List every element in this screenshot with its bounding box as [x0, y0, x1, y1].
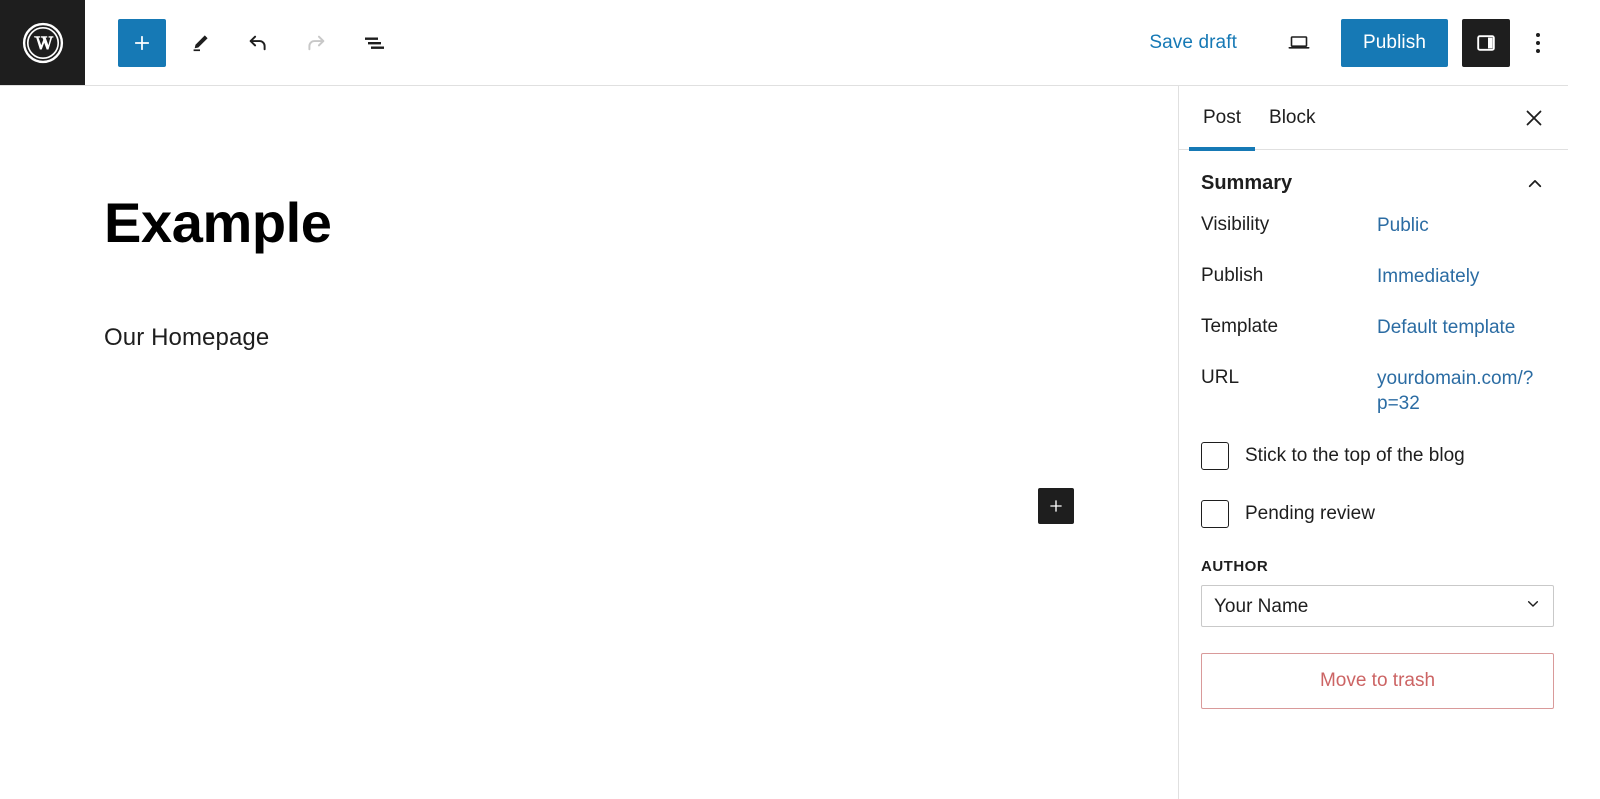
- close-sidebar-button[interactable]: [1514, 98, 1554, 138]
- wordpress-logo-icon[interactable]: [0, 0, 85, 85]
- tools-pencil-button[interactable]: [176, 19, 224, 67]
- preview-button[interactable]: [1273, 19, 1325, 67]
- add-block-button[interactable]: [118, 18, 166, 67]
- publish-button[interactable]: Publish: [1340, 18, 1448, 67]
- pending-review-checkbox-label: Pending review: [1245, 503, 1375, 525]
- settings-sidebar: Post Block Summary Visibility Public Pub…: [1178, 86, 1568, 799]
- redo-button[interactable]: [292, 19, 340, 67]
- header-left-tools: [85, 18, 398, 67]
- meta-row-template: Template Default template: [1201, 315, 1546, 340]
- author-select-wrapper: Your Name: [1201, 585, 1554, 628]
- visibility-label: Visibility: [1201, 214, 1270, 235]
- meta-row-publish: Publish Immediately: [1201, 264, 1546, 289]
- move-to-trash-button[interactable]: Move to trash: [1201, 653, 1554, 710]
- summary-panel-header[interactable]: Summary: [1179, 150, 1568, 213]
- right-gutter: [1568, 0, 1600, 799]
- header-right-actions: Save draft Publish: [1135, 18, 1568, 67]
- pending-review-checkbox-row: Pending review: [1201, 500, 1546, 529]
- wordpress-editor-app: Save draft Publish Example Our Homepage …: [0, 0, 1600, 799]
- publish-label: Publish: [1201, 265, 1264, 287]
- author-field-label: AUTHOR: [1201, 558, 1269, 576]
- editor-header-toolbar: Save draft Publish: [0, 0, 1568, 86]
- meta-row-visibility: Visibility Public: [1201, 213, 1546, 238]
- visibility-value-button[interactable]: Public: [1377, 213, 1429, 238]
- three-dots-vertical-icon: [1536, 32, 1540, 53]
- url-label: URL: [1201, 367, 1240, 389]
- author-select[interactable]: Your Name: [1201, 585, 1554, 628]
- summary-panel-body: Visibility Public Publish Immediately Te…: [1179, 213, 1568, 710]
- undo-button[interactable]: [234, 19, 282, 67]
- save-draft-button[interactable]: Save draft: [1135, 24, 1251, 62]
- tab-block[interactable]: Block: [1255, 86, 1329, 150]
- template-value-button[interactable]: Default template: [1377, 315, 1515, 340]
- post-title[interactable]: Example: [104, 192, 332, 254]
- sticky-checkbox-label: Stick to the top of the blog: [1245, 445, 1465, 467]
- summary-panel-title: Summary: [1201, 172, 1293, 194]
- sticky-checkbox-row: Stick to the top of the blog: [1201, 442, 1546, 471]
- template-label: Template: [1201, 316, 1279, 338]
- meta-row-url: URL yourdomain.com/?p=32: [1201, 366, 1546, 416]
- settings-sidebar-toggle-button[interactable]: [1462, 18, 1510, 67]
- sidebar-tabs: Post Block: [1179, 86, 1568, 151]
- sticky-checkbox[interactable]: [1201, 442, 1229, 471]
- publish-value-button[interactable]: Immediately: [1377, 264, 1479, 289]
- list-view-button[interactable]: [350, 19, 398, 67]
- summary-collapse-button[interactable]: [1524, 173, 1546, 195]
- block-appender-button[interactable]: [1038, 488, 1074, 524]
- post-paragraph-block[interactable]: Our Homepage: [104, 324, 269, 352]
- url-value-button[interactable]: yourdomain.com/?p=32: [1377, 366, 1546, 416]
- editor-canvas[interactable]: Example Our Homepage: [0, 86, 1178, 799]
- more-options-button[interactable]: [1516, 19, 1560, 67]
- tab-post[interactable]: Post: [1189, 86, 1256, 151]
- pending-review-checkbox[interactable]: [1201, 500, 1229, 529]
